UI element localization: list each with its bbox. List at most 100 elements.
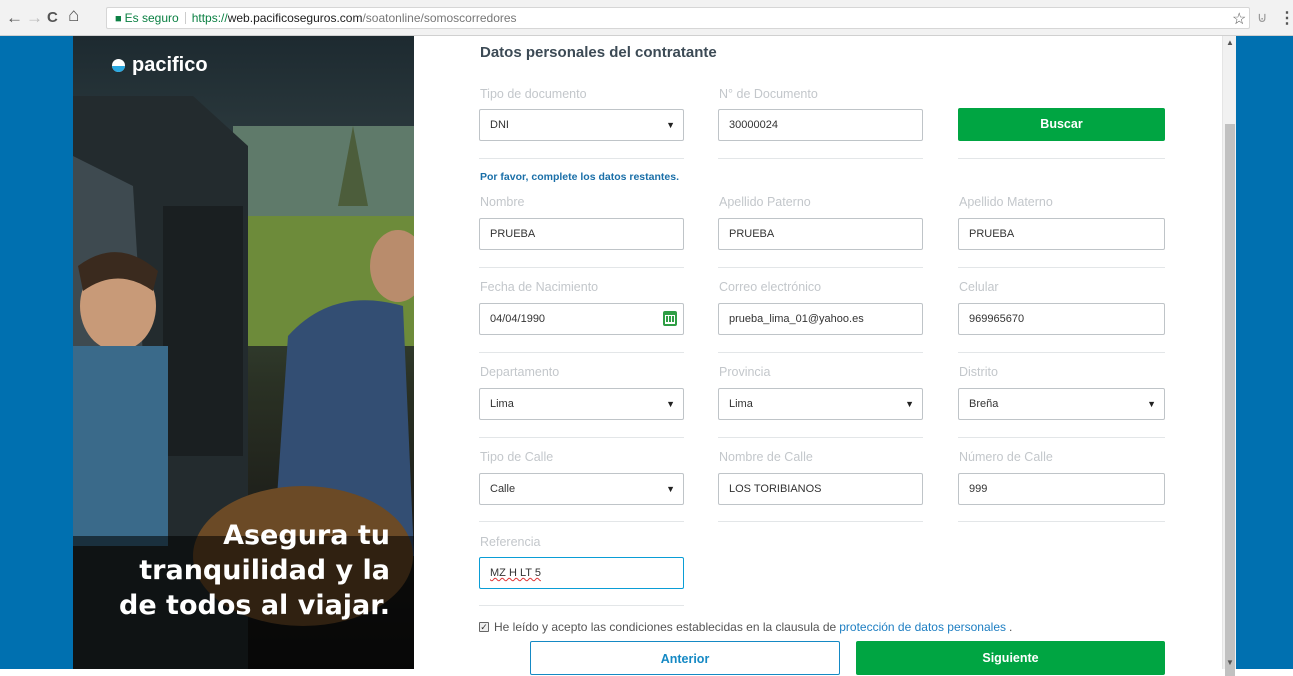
email-field[interactable]: prueba_lima_01@yahoo.es: [718, 303, 923, 335]
last-name-maternal-value: PRUEBA: [969, 228, 1015, 240]
url-host: web.pacificoseguros.com: [227, 11, 363, 25]
department-value: Lima: [490, 398, 514, 410]
street-type-value: Calle: [490, 483, 516, 495]
divider: [479, 605, 684, 606]
last-name-paternal-input[interactable]: PRUEBA: [718, 218, 923, 250]
chevron-down-icon: ▼: [905, 399, 914, 409]
street-name-label: Nombre de Calle: [719, 450, 813, 464]
last-name-maternal-input[interactable]: PRUEBA: [958, 218, 1165, 250]
search-button[interactable]: Buscar: [958, 108, 1165, 141]
divider: [479, 437, 684, 438]
street-name-input[interactable]: LOS TORIBIANOS: [718, 473, 923, 505]
street-number-value: 999: [969, 483, 988, 495]
province-label: Provincia: [719, 365, 771, 379]
logo-text: pacifico: [132, 54, 208, 76]
hero-tagline: Asegura tu tranquilidad y la de todos al…: [90, 518, 390, 623]
bookmark-star-icon[interactable]: ☆: [1232, 9, 1246, 29]
extension-icon[interactable]: ⊍: [1257, 9, 1267, 26]
doc-number-label: N° de Documento: [719, 87, 818, 101]
privacy-link[interactable]: protección de datos personales: [839, 620, 1006, 634]
scroll-up-icon[interactable]: ▲: [1226, 38, 1234, 47]
divider: [718, 352, 923, 353]
last-name-maternal-label: Apellido Materno: [959, 195, 1053, 209]
doc-type-select[interactable]: DNI ▼: [479, 109, 684, 141]
url-protocol: https://: [191, 11, 228, 25]
district-select[interactable]: Breña ▼: [958, 388, 1165, 420]
chevron-down-icon: ▼: [666, 484, 675, 494]
divider: [479, 352, 684, 353]
phone-input[interactable]: 969965670: [958, 303, 1165, 335]
street-name-value: LOS TORIBIANOS: [729, 483, 822, 495]
terms-row: ✓ He leído y acepto las condiciones esta…: [479, 620, 1012, 634]
divider: [718, 158, 923, 159]
next-button[interactable]: Siguiente: [856, 641, 1165, 675]
lock-icon: ■: [115, 13, 122, 25]
reference-value: MZ H LT 5: [490, 567, 541, 579]
reference-label: Referencia: [480, 535, 541, 549]
hero-child-shirt: [73, 346, 168, 546]
forward-icon[interactable]: →: [26, 9, 43, 27]
divider: [718, 521, 923, 522]
chevron-down-icon: ▼: [666, 399, 675, 409]
home-icon[interactable]: ⌂: [68, 6, 79, 25]
tagline-line-3: de todos al viajar.: [119, 590, 390, 621]
terms-checkbox[interactable]: ✓: [479, 622, 489, 632]
chevron-down-icon: ▼: [1147, 399, 1156, 409]
terms-text: He leído y acepto las condiciones establ…: [494, 620, 837, 634]
back-icon[interactable]: ←: [6, 9, 23, 27]
divider: [718, 267, 923, 268]
divider: [958, 352, 1165, 353]
complete-data-notice: Por favor, complete los datos restantes.: [480, 171, 679, 183]
section-title: Datos personales del contratante: [480, 44, 717, 61]
phone-label: Celular: [959, 280, 999, 294]
page-scrollbar[interactable]: ▲ ▼: [1222, 36, 1236, 676]
reload-icon[interactable]: C: [47, 9, 58, 27]
secure-label: Es seguro: [124, 11, 179, 25]
reference-input[interactable]: MZ H LT 5: [479, 557, 684, 589]
street-type-label: Tipo de Calle: [480, 450, 554, 464]
department-label: Departamento: [480, 365, 560, 379]
divider: [479, 158, 684, 159]
browser-toolbar: ← → C ⌂ ■ Es seguro https://web.pacificose…: [0, 0, 1293, 36]
divider: [479, 521, 684, 522]
first-name-label: Nombre: [480, 195, 525, 209]
last-name-paternal-value: PRUEBA: [729, 228, 775, 240]
street-number-input[interactable]: 999: [958, 473, 1165, 505]
scrollbar-thumb[interactable]: [1225, 124, 1235, 676]
hero-seat-back: [163, 206, 243, 456]
street-number-label: Número de Calle: [959, 450, 1053, 464]
address-separator: [184, 12, 186, 24]
department-select[interactable]: Lima ▼: [479, 388, 684, 420]
province-value: Lima: [729, 398, 753, 410]
scroll-down-icon[interactable]: ▼: [1226, 658, 1234, 667]
url-path: /soatonline/somoscorredores: [362, 11, 517, 25]
pacifico-logo-icon: [112, 59, 125, 72]
street-type-select[interactable]: Calle ▼: [479, 473, 684, 505]
first-name-value: PRUEBA: [490, 228, 536, 240]
phone-value: 969965670: [969, 313, 1025, 325]
divider: [479, 267, 684, 268]
calendar-icon[interactable]: [663, 311, 677, 326]
divider: [718, 437, 923, 438]
province-select[interactable]: Lima ▼: [718, 388, 923, 420]
doc-number-value: 30000024: [729, 119, 778, 131]
first-name-input[interactable]: PRUEBA: [479, 218, 684, 250]
email-value: prueba_lima_01@yahoo.es: [729, 313, 864, 325]
address-bar[interactable]: ■ Es seguro https://web.pacificoseguros.co…: [106, 7, 1250, 29]
page-background-right: [1236, 36, 1293, 669]
birth-date-input[interactable]: 04/04/1990: [479, 303, 684, 335]
tagline-line-1: Asegura tu: [223, 520, 390, 551]
terms-suffix: .: [1009, 620, 1013, 634]
birth-date-value: 04/04/1990: [490, 313, 546, 325]
district-label: Distrito: [959, 365, 998, 379]
district-value: Breña: [969, 398, 999, 410]
email-label: Correo electrónico: [719, 280, 822, 294]
last-name-paternal-label: Apellido Paterno: [719, 195, 811, 209]
back-button[interactable]: Anterior: [530, 641, 840, 675]
doc-type-label: Tipo de documento: [480, 87, 587, 101]
pacifico-logo[interactable]: pacifico: [112, 54, 208, 77]
browser-menu-icon[interactable]: ⋮: [1279, 8, 1293, 28]
chevron-down-icon: ▼: [666, 120, 675, 130]
divider: [958, 521, 1165, 522]
doc-number-input[interactable]: 30000024: [718, 109, 923, 141]
